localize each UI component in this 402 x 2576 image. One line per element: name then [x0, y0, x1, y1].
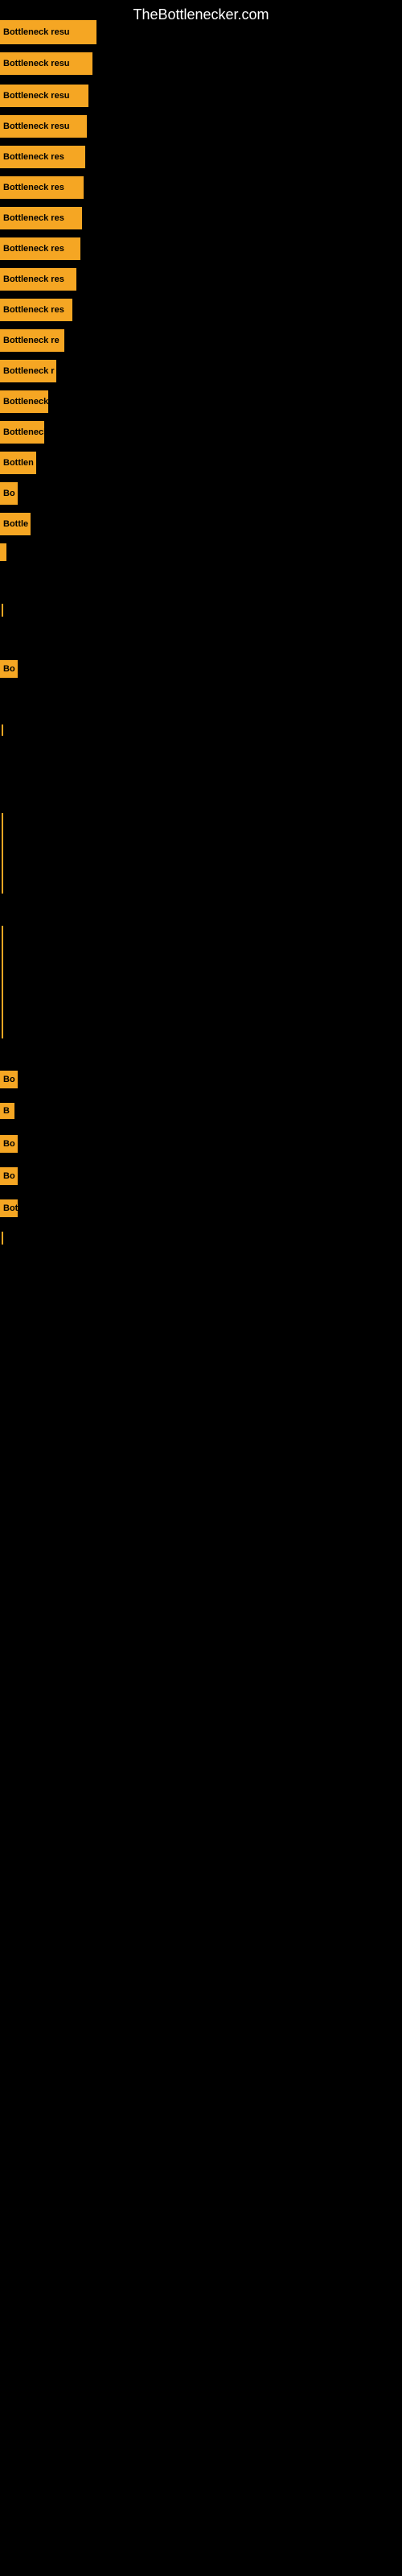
bar-label: Bottleneck res	[0, 237, 80, 260]
list-item: Bottleneck res	[0, 146, 85, 168]
list-item: Bottlen	[0, 452, 36, 474]
bar-label	[0, 543, 6, 561]
list-item: Bottleneck re	[0, 329, 64, 352]
bar-label: Bottleneck res	[0, 207, 82, 229]
list-item: Bottleneck res	[0, 207, 82, 229]
bar-label: Bottleneck re	[0, 329, 64, 352]
bar-label: Bottleneck resu	[0, 85, 88, 107]
bar-label: B	[0, 1103, 14, 1119]
bar-label: Bo	[0, 1135, 18, 1153]
bar-label: Bottleneck r	[0, 390, 48, 413]
bar-label: Bottleneck resu	[0, 52, 92, 75]
bar-label: Bot	[0, 1199, 18, 1217]
chart-line	[2, 604, 3, 617]
chart-line	[2, 926, 3, 1038]
bar-label: Bottlen	[0, 452, 36, 474]
list-item: Bo	[0, 660, 18, 678]
bar-label: Bottleneck resu	[0, 115, 87, 138]
bar-label: Bottleneck res	[0, 299, 72, 321]
list-item: Bo	[0, 1071, 18, 1088]
bar-label: Bottleneck resu	[0, 20, 96, 44]
list-item: B	[0, 1103, 14, 1119]
bar-label: Bottleneck r	[0, 421, 44, 444]
bar-label: Bottleneck r	[0, 360, 56, 382]
list-item: Bottleneck res	[0, 176, 84, 199]
list-item: Bo	[0, 482, 18, 505]
chart-line	[2, 813, 3, 894]
list-item	[0, 543, 5, 561]
list-item: Bottleneck r	[0, 360, 56, 382]
list-item: Bo	[0, 1167, 18, 1185]
list-item: Bottleneck resu	[0, 20, 96, 44]
bar-label: Bo	[0, 1071, 18, 1088]
list-item: Bo	[0, 1135, 18, 1153]
bar-label: Bo	[0, 660, 18, 678]
list-item: Bottleneck resu	[0, 115, 87, 138]
bar-label: Bottleneck res	[0, 146, 85, 168]
list-item: Bottleneck resu	[0, 85, 88, 107]
bar-label: Bo	[0, 1167, 18, 1185]
list-item: Bottleneck res	[0, 268, 76, 291]
list-item: Bottleneck res	[0, 237, 80, 260]
list-item: Bottleneck resu	[0, 52, 92, 75]
list-item: Bottleneck r	[0, 390, 48, 413]
chart-line	[2, 724, 3, 736]
list-item: Bottle	[0, 513, 31, 535]
list-item: Bot	[0, 1199, 18, 1217]
chart-line	[2, 1232, 3, 1245]
bar-label: Bottleneck res	[0, 268, 76, 291]
bar-label: Bo	[0, 482, 18, 505]
bar-label: Bottleneck res	[0, 176, 84, 199]
bar-label: Bottle	[0, 513, 31, 535]
list-item: Bottleneck res	[0, 299, 72, 321]
list-item: Bottleneck r	[0, 421, 44, 444]
